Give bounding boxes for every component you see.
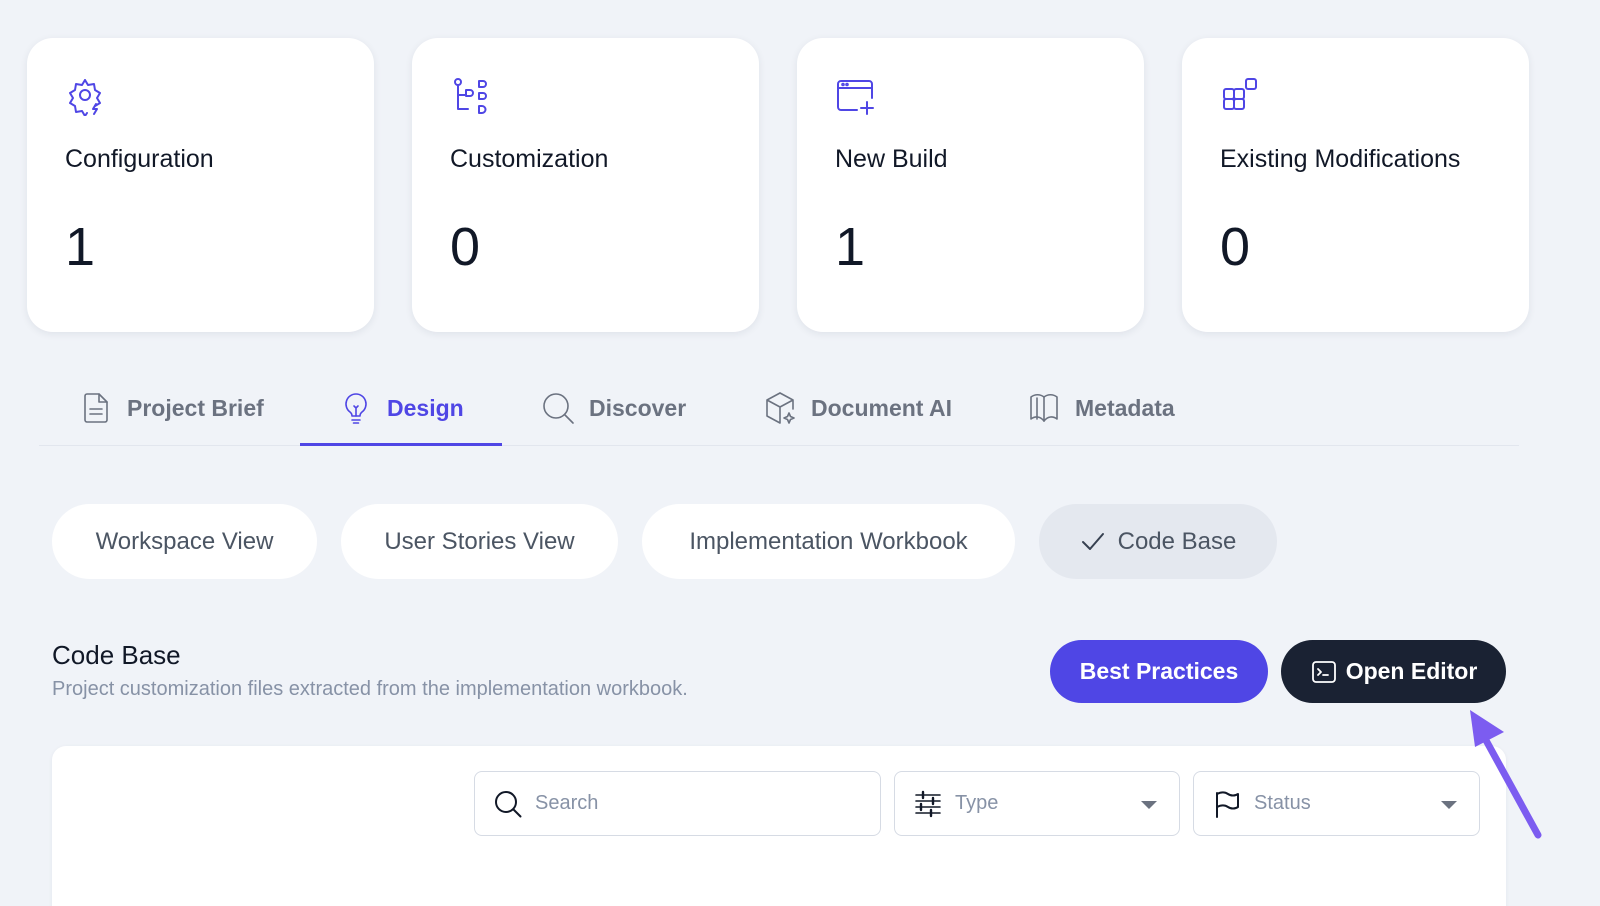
flag-icon bbox=[1216, 791, 1239, 818]
main-tabs: Project Brief Design Discover Document A… bbox=[39, 370, 1519, 446]
view-code-base[interactable]: Code Base bbox=[1039, 504, 1277, 579]
tab-discover[interactable]: Discover bbox=[541, 370, 686, 446]
status-filter-dropdown[interactable]: Status bbox=[1193, 771, 1480, 836]
type-filter-dropdown[interactable]: Type bbox=[894, 771, 1180, 836]
card-value: 0 bbox=[1220, 217, 1251, 277]
pill-label: Code Base bbox=[1117, 527, 1237, 555]
active-tab-indicator bbox=[300, 443, 502, 446]
view-switcher: Workspace View User Stories View Impleme… bbox=[52, 504, 1277, 579]
pill-label: Implementation Workbook bbox=[689, 527, 968, 555]
section-title: Code Base bbox=[52, 640, 181, 670]
lightbulb-icon bbox=[345, 393, 367, 424]
terminal-icon bbox=[1311, 660, 1336, 683]
search-icon bbox=[495, 790, 522, 817]
best-practices-button[interactable]: Best Practices bbox=[1050, 640, 1268, 703]
card-new-build[interactable]: New Build 1 bbox=[797, 38, 1144, 332]
card-title: Existing Modifications bbox=[1220, 145, 1461, 173]
tab-label: Project Brief bbox=[127, 394, 264, 421]
card-configuration[interactable]: Configuration 1 bbox=[27, 38, 374, 332]
type-filter-label: Type bbox=[955, 792, 999, 814]
view-user-stories[interactable]: User Stories View bbox=[341, 504, 618, 579]
search-input[interactable] bbox=[535, 792, 835, 815]
tab-label: Design bbox=[387, 394, 464, 421]
check-icon bbox=[1081, 532, 1104, 550]
card-title: New Build bbox=[835, 145, 948, 173]
gear-bolt-icon bbox=[69, 79, 101, 116]
tab-metadata[interactable]: Metadata bbox=[1027, 370, 1175, 446]
search-field[interactable] bbox=[474, 771, 881, 836]
card-value: 1 bbox=[65, 217, 96, 277]
card-value: 0 bbox=[450, 217, 481, 277]
open-editor-button[interactable]: Open Editor bbox=[1281, 640, 1506, 703]
window-plus-icon bbox=[837, 80, 874, 115]
card-value: 1 bbox=[835, 217, 866, 277]
view-workspace[interactable]: Workspace View bbox=[52, 504, 317, 579]
card-title: Customization bbox=[450, 145, 609, 173]
card-title: Configuration bbox=[65, 145, 214, 173]
button-label: Open Editor bbox=[1345, 658, 1478, 684]
document-icon bbox=[84, 393, 108, 423]
section-subtitle: Project customization files extracted fr… bbox=[52, 678, 688, 700]
blocks-icon bbox=[1223, 78, 1257, 110]
chevron-down-icon bbox=[1441, 801, 1457, 809]
tab-document-ai[interactable]: Document AI bbox=[763, 370, 952, 446]
pill-label: Workspace View bbox=[95, 527, 274, 555]
tab-project-brief[interactable]: Project Brief bbox=[79, 370, 264, 446]
button-label: Best Practices bbox=[1079, 658, 1239, 684]
sliders-icon bbox=[915, 790, 941, 817]
tab-label: Document AI bbox=[811, 394, 952, 421]
tab-label: Metadata bbox=[1075, 394, 1175, 421]
stats-cards: Configuration 1 Customization 0 New Buil… bbox=[27, 38, 1529, 332]
view-implementation-workbook[interactable]: Implementation Workbook bbox=[642, 504, 1015, 579]
tab-design[interactable]: Design bbox=[339, 370, 464, 446]
workflow-icon bbox=[454, 78, 487, 114]
tab-label: Discover bbox=[589, 394, 687, 421]
book-icon bbox=[1030, 393, 1058, 422]
cube-sparkle-icon bbox=[766, 392, 795, 424]
chevron-down-icon bbox=[1141, 801, 1157, 809]
annotation-arrow-icon bbox=[1470, 710, 1542, 839]
card-existing-modifications[interactable]: Existing Modifications 0 bbox=[1182, 38, 1529, 332]
search-icon bbox=[543, 393, 574, 424]
status-filter-label: Status bbox=[1254, 792, 1311, 814]
card-customization[interactable]: Customization 0 bbox=[412, 38, 759, 332]
pill-label: User Stories View bbox=[384, 527, 575, 555]
